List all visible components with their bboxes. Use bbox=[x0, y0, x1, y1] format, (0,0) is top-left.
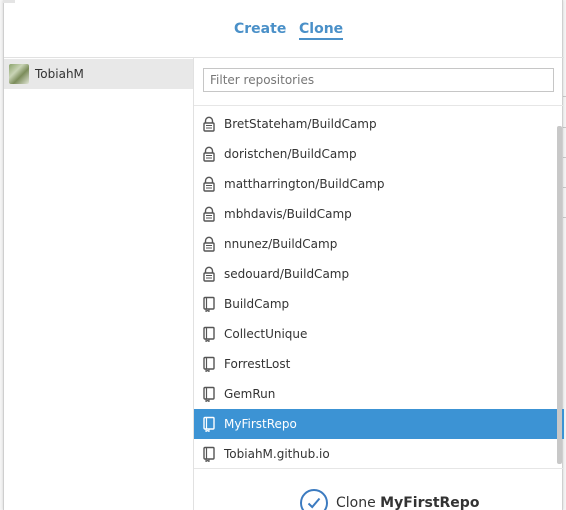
lock-icon bbox=[202, 266, 216, 282]
repo-icon bbox=[202, 356, 216, 372]
repo-name: ForrestLost bbox=[224, 357, 291, 371]
repo-list-item[interactable]: mbhdavis/BuildCamp bbox=[194, 199, 564, 229]
repo-name: BuildCamp bbox=[224, 297, 290, 311]
lock-icon bbox=[202, 236, 216, 252]
divider bbox=[194, 105, 564, 106]
repo-icon bbox=[202, 296, 216, 312]
repo-name: GemRun bbox=[224, 387, 276, 401]
repo-icon bbox=[202, 416, 216, 432]
repo-name: BretStateham/BuildCamp bbox=[224, 117, 377, 131]
clone-button-label: Clone MyFirstRepo bbox=[336, 495, 479, 510]
repo-name: CollectUnique bbox=[224, 327, 308, 341]
repo-list-item[interactable]: CollectUnique bbox=[194, 319, 564, 349]
scrollbar[interactable] bbox=[557, 126, 562, 464]
repo-name: mattharrington/BuildCamp bbox=[224, 177, 385, 191]
lock-icon bbox=[202, 146, 216, 162]
repo-list-item[interactable]: BretStateham/BuildCamp bbox=[194, 109, 564, 139]
account-sidebar: TobiahM bbox=[4, 58, 194, 510]
repo-list-item[interactable]: sedouard/BuildCamp bbox=[194, 259, 564, 289]
sidebar-item-account[interactable]: TobiahM bbox=[4, 59, 193, 89]
repo-list-item[interactable]: MyFirstRepo bbox=[194, 409, 564, 439]
repo-name: sedouard/BuildCamp bbox=[224, 267, 350, 281]
repo-name: doristchen/BuildCamp bbox=[224, 147, 357, 161]
repo-icon bbox=[202, 446, 216, 462]
window-edge bbox=[3, 0, 15, 3]
repo-list-item[interactable]: GemRun bbox=[194, 379, 564, 409]
clone-dialog: Create Clone TobiahM BretStateham/BuildC… bbox=[3, 0, 564, 510]
lock-icon bbox=[202, 176, 216, 192]
tab-create[interactable]: Create bbox=[234, 21, 286, 37]
repo-list-item[interactable]: ForrestLost bbox=[194, 349, 564, 379]
repo-name: nnunez/BuildCamp bbox=[224, 237, 338, 251]
repo-icon bbox=[202, 386, 216, 402]
repo-name: MyFirstRepo bbox=[224, 417, 297, 431]
repo-list-item[interactable]: TobiahM.github.io bbox=[194, 439, 564, 469]
repo-icon bbox=[202, 326, 216, 342]
tab-bar: Create Clone bbox=[4, 0, 564, 58]
account-name: TobiahM bbox=[35, 67, 84, 81]
repo-name: mbhdavis/BuildCamp bbox=[224, 207, 352, 221]
lock-icon bbox=[202, 116, 216, 132]
avatar bbox=[9, 64, 29, 84]
repository-panel: BretStateham/BuildCamp doristchen/BuildCa… bbox=[194, 58, 564, 510]
clone-label-prefix: Clone bbox=[336, 495, 376, 510]
clone-label-repo: MyFirstRepo bbox=[380, 495, 480, 510]
clone-button[interactable]: Clone MyFirstRepo bbox=[300, 489, 479, 510]
repo-list-item[interactable]: BuildCamp bbox=[194, 289, 564, 319]
repo-list-item[interactable]: mattharrington/BuildCamp bbox=[194, 169, 564, 199]
repo-list-item[interactable]: doristchen/BuildCamp bbox=[194, 139, 564, 169]
lock-icon bbox=[202, 206, 216, 222]
repo-name: TobiahM.github.io bbox=[224, 447, 330, 461]
checkmark-icon bbox=[300, 489, 328, 510]
repository-list: BretStateham/BuildCamp doristchen/BuildCa… bbox=[194, 109, 564, 469]
filter-repositories-input[interactable] bbox=[203, 68, 554, 92]
repo-list-item[interactable]: nnunez/BuildCamp bbox=[194, 229, 564, 259]
tab-clone[interactable]: Clone bbox=[299, 21, 344, 40]
divider bbox=[194, 468, 564, 469]
